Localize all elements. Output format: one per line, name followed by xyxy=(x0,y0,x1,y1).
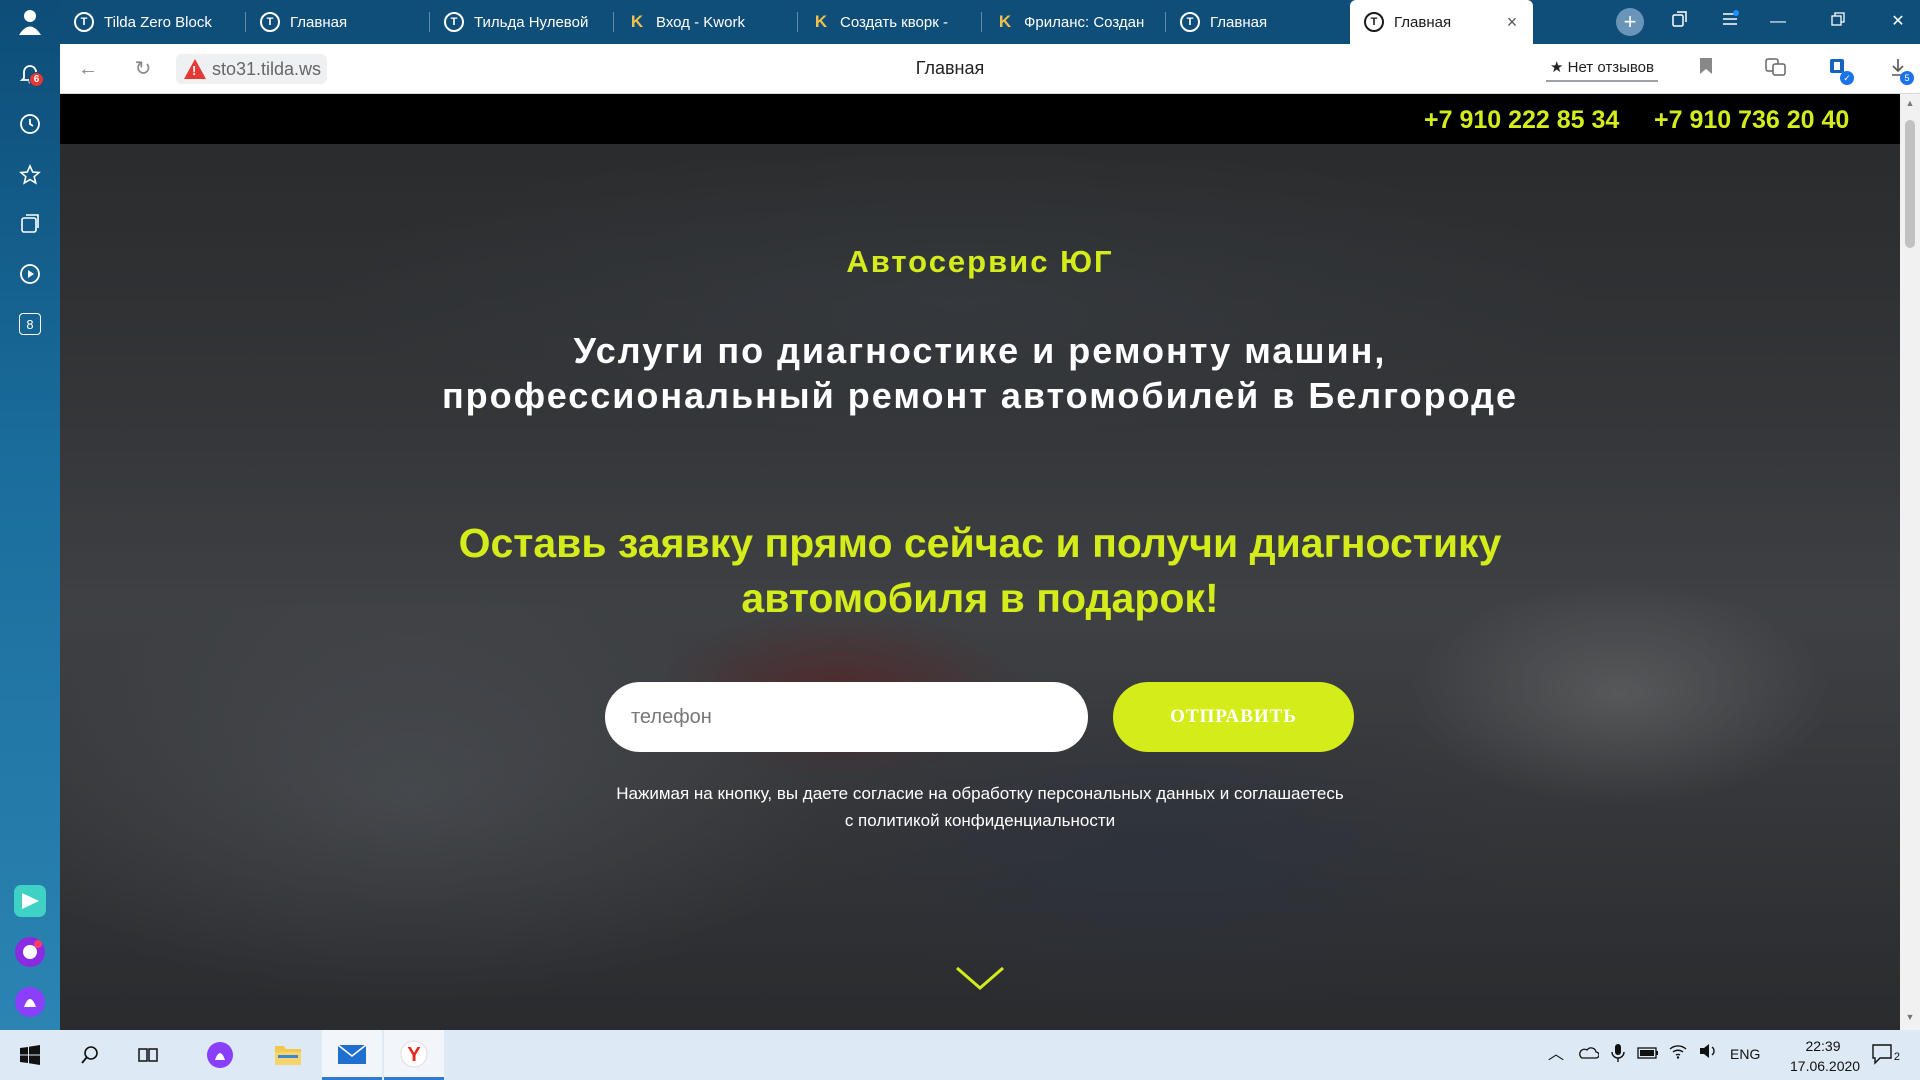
clock-date: 17.06.2020 xyxy=(1790,1058,1861,1074)
tab-label: Главная xyxy=(1394,13,1452,31)
browser-sidebar: 6 8 xyxy=(0,0,60,1030)
battery-icon[interactable] xyxy=(1636,1043,1660,1067)
downloads-badge: 5 xyxy=(1900,71,1914,85)
offer-line-1: Оставь заявку прямо сейчас и получи диаг… xyxy=(458,520,1502,566)
alice-icon[interactable] xyxy=(12,984,48,1020)
video-icon[interactable] xyxy=(12,256,48,292)
tab-0[interactable]: T Tilda Zero Block xyxy=(60,0,246,44)
favorites-icon[interactable] xyxy=(12,157,48,193)
counter-label: 8 xyxy=(19,313,41,335)
tilda-icon: T xyxy=(74,12,94,32)
alice-icon[interactable] xyxy=(190,1030,250,1080)
start-icon[interactable] xyxy=(0,1030,60,1080)
tray-chevron-up-icon[interactable]: ︿ xyxy=(1544,1043,1568,1067)
tilda-icon: T xyxy=(1180,12,1200,32)
tab-2[interactable]: T Тильда Нулевой xyxy=(430,0,614,44)
zen-app-icon[interactable] xyxy=(12,883,48,919)
phone-input[interactable] xyxy=(605,682,1088,752)
new-tab-button[interactable]: + xyxy=(1616,8,1644,36)
account-icon[interactable] xyxy=(12,4,48,40)
tilda-icon: T xyxy=(1364,12,1384,32)
tab-7-active[interactable]: T Главная × xyxy=(1350,0,1533,44)
tab-5[interactable]: K Фриланс: Создан xyxy=(982,0,1166,44)
kwork-icon: K xyxy=(630,12,644,31)
tab-4[interactable]: K Создать кворк - xyxy=(798,0,982,44)
restore-button[interactable] xyxy=(1826,10,1850,34)
headline: Услуги по диагностике и ремонту машин, п… xyxy=(60,328,1900,418)
tab-label: Главная xyxy=(290,13,348,31)
collections-icon[interactable] xyxy=(12,206,48,242)
task-view-icon[interactable] xyxy=(118,1030,178,1080)
tab-groups-icon[interactable] xyxy=(1668,10,1692,34)
scroll-thumb[interactable] xyxy=(1905,120,1915,248)
onedrive-icon[interactable] xyxy=(1576,1043,1600,1067)
consent-text: Нажимая на кнопку, вы даете согласие на … xyxy=(60,780,1900,834)
scroll-down-arrow-icon[interactable] xyxy=(955,964,1005,994)
tilda-icon: T xyxy=(444,12,464,32)
headline-line-1: Услуги по диагностике и ремонту машин, xyxy=(573,330,1387,371)
headline-line-2: профессиональный ремонт автомобилей в Бе… xyxy=(441,375,1519,416)
alice-music-icon[interactable] xyxy=(12,934,48,970)
file-explorer-icon[interactable] xyxy=(258,1030,318,1080)
kwork-icon: K xyxy=(814,12,828,31)
hero-content: Автосервис ЮГ Услуги по диагностике и ре… xyxy=(60,94,1900,1030)
tab-1[interactable]: T Главная xyxy=(246,0,430,44)
tilda-icon: T xyxy=(260,12,280,32)
tab-label: Tilda Zero Block xyxy=(104,13,212,31)
notifications-badge: 6 xyxy=(29,72,44,87)
mail-icon[interactable] xyxy=(322,1030,382,1080)
yandex-browser-icon[interactable]: Y xyxy=(384,1030,444,1080)
address-bar: ← ↻ ! sto31.tilda.ws Главная ★ Нет отзыв… xyxy=(60,44,1920,94)
bookmark-icon[interactable] xyxy=(1694,57,1718,81)
volume-icon[interactable] xyxy=(1696,1043,1720,1067)
action-center-count: 2 xyxy=(1893,1051,1900,1063)
tab-label: Вход - Kwork xyxy=(656,13,745,31)
reviews-button[interactable]: ★ Нет отзывов xyxy=(1546,54,1658,82)
reader-mode-icon[interactable] xyxy=(1764,57,1788,81)
history-icon[interactable] xyxy=(12,106,48,142)
page-viewport: +7 910 222 85 34 +7 910 736 20 40 Автосе… xyxy=(60,94,1900,1030)
offer-text: Оставь заявку прямо сейчас и получи диаг… xyxy=(60,516,1900,626)
tab-strip: T Tilda Zero Block T Главная T Тильда Ну… xyxy=(60,0,1920,44)
notifications-icon[interactable]: 6 xyxy=(12,55,48,91)
menu-icon[interactable] xyxy=(1718,10,1742,34)
search-icon[interactable] xyxy=(60,1030,120,1080)
kwork-icon: K xyxy=(998,12,1012,31)
downloads-icon[interactable]: 5 xyxy=(1886,57,1914,85)
tab-3[interactable]: K Вход - Kwork xyxy=(614,0,798,44)
language-indicator[interactable]: ENG xyxy=(1730,1046,1760,1062)
action-center-icon[interactable]: 2 xyxy=(1868,1043,1900,1067)
scroll-down-icon[interactable]: ▼ xyxy=(1904,1012,1916,1022)
brand-title: Автосервис ЮГ xyxy=(846,244,1114,279)
tab-label: Главная xyxy=(1210,13,1268,31)
tab-6[interactable]: T Главная xyxy=(1166,0,1350,44)
windows-taskbar: Y ︿ ENG 22:39 17.06.2020 2 xyxy=(0,1030,1920,1080)
microphone-icon[interactable] xyxy=(1606,1043,1630,1067)
offer-line-2: автомобиля в подарок! xyxy=(741,575,1219,621)
system-clock[interactable]: 22:39 17.06.2020 xyxy=(1790,1036,1861,1076)
extensions-icon[interactable]: ✓ xyxy=(1826,57,1854,85)
counter-badge-icon[interactable]: 8 xyxy=(12,306,48,342)
tab-label: Фриланс: Создан xyxy=(1024,13,1145,31)
close-window-button[interactable]: ✕ xyxy=(1886,10,1910,34)
page-scrollbar[interactable]: ▲ ▼ xyxy=(1900,94,1920,1030)
clock-time: 22:39 xyxy=(1805,1038,1841,1054)
svg-text:Y: Y xyxy=(407,1044,421,1066)
tab-label: Тильда Нулевой xyxy=(474,13,589,31)
consent-line-1: Нажимая на кнопку, вы даете согласие на … xyxy=(616,784,1344,803)
check-badge: ✓ xyxy=(1840,71,1854,85)
consent-line-2[interactable]: с политикой конфиденциальности xyxy=(60,807,1900,834)
tab-label: Создать кворк - xyxy=(840,13,948,31)
submit-button[interactable]: ОТПРАВИТЬ xyxy=(1113,682,1354,752)
scroll-up-icon[interactable]: ▲ xyxy=(1904,98,1916,108)
close-tab-icon[interactable]: × xyxy=(1503,13,1521,31)
wifi-icon[interactable] xyxy=(1666,1043,1690,1067)
minimize-button[interactable]: — xyxy=(1766,10,1790,34)
